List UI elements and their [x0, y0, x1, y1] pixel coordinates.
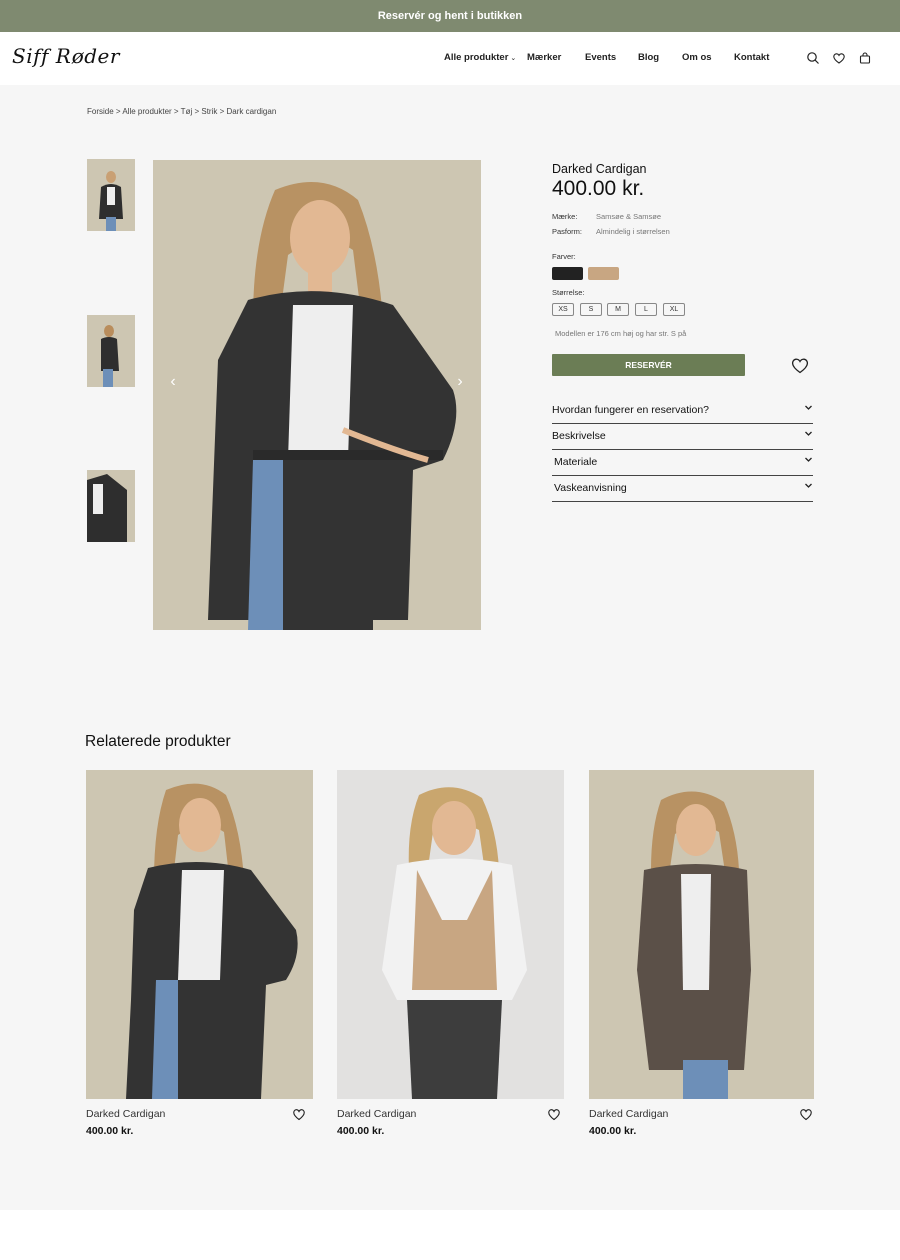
wishlist-heart-icon[interactable]	[832, 51, 846, 65]
color-swatch-black[interactable]	[552, 267, 583, 280]
fit-value: Almindelig i størrelsen	[596, 227, 670, 236]
accordion-title: Beskrivelse	[552, 430, 606, 442]
nav-about[interactable]: Om os	[682, 52, 712, 63]
nav-all-products[interactable]: Alle produkter ⌄	[444, 52, 516, 63]
brand-logo[interactable]: Siff Røder	[12, 44, 120, 68]
accordion-material[interactable]: Materiale	[552, 450, 813, 476]
accordion-title: Vaskeanvisning	[554, 482, 627, 494]
search-icon[interactable]	[806, 51, 820, 65]
chevron-down-icon	[805, 457, 812, 462]
accordion-reservation-info[interactable]: Hvordan fungerer en reservation?	[552, 398, 813, 424]
related-product-figure	[637, 791, 751, 1099]
product-price: 400.00 kr.	[552, 177, 645, 200]
product-thumbnail-2[interactable]	[87, 315, 135, 387]
chevron-down-icon	[805, 405, 812, 410]
announcement-bar: Reservér og hent i butikken	[0, 0, 900, 32]
related-product-figure	[382, 787, 527, 1099]
thumbnail-figure-image	[99, 171, 123, 231]
related-product-figure	[126, 783, 298, 1099]
color-swatch-beige[interactable]	[588, 267, 619, 280]
reserve-button[interactable]: RESERVÉR	[552, 354, 745, 376]
nav-contact[interactable]: Kontakt	[734, 52, 769, 63]
brand-value[interactable]: Samsøe & Samsøe	[596, 212, 661, 221]
related-product-price: 400.00 kr.	[86, 1125, 134, 1137]
product-title: Darked Cardigan	[552, 162, 647, 176]
related-product-name[interactable]: Darked Cardigan	[86, 1108, 165, 1120]
product-thumbnail-3[interactable]	[87, 470, 135, 542]
accordion-title: Materiale	[554, 456, 598, 468]
heart-icon[interactable]	[292, 1107, 306, 1121]
shopping-bag-icon[interactable]	[858, 51, 872, 65]
brand-label: Mærke:	[552, 212, 578, 221]
fit-label: Pasform:	[552, 227, 583, 236]
accordion-care-instructions[interactable]: Vaskeanvisning	[552, 476, 813, 502]
sizes-label: Størrelse:	[552, 288, 585, 297]
accordion-description[interactable]: Beskrivelse	[552, 424, 813, 450]
related-product-image[interactable]	[589, 770, 814, 1099]
nav-all-products-label: Alle produkter	[444, 52, 509, 63]
related-product-image[interactable]	[337, 770, 564, 1099]
related-product-price: 400.00 kr.	[337, 1125, 385, 1137]
related-products-title: Relaterede produkter	[85, 733, 231, 750]
carousel-prev-arrow-icon[interactable]: ‹	[165, 372, 181, 392]
nav-blog[interactable]: Blog	[638, 52, 659, 63]
size-option-m[interactable]: M	[607, 303, 629, 316]
site-header: Siff Røder Alle produkter ⌄ Mærker Events…	[0, 32, 900, 85]
chevron-down-icon: ⌄	[510, 55, 517, 62]
size-option-xs[interactable]: XS	[552, 303, 574, 316]
nav-events[interactable]: Events	[585, 52, 616, 63]
product-fit-row: Pasform: Almindelig i størrelsen	[552, 227, 670, 236]
chevron-down-icon	[805, 431, 812, 436]
carousel-next-arrow-icon[interactable]: ›	[452, 372, 468, 392]
related-product-name[interactable]: Darked Cardigan	[589, 1108, 668, 1120]
size-option-s[interactable]: S	[580, 303, 602, 316]
product-brand-row: Mærke: Samsøe & Samsøe	[552, 212, 661, 221]
breadcrumb[interactable]: Forside > Alle produkter > Tøj > Strik >…	[87, 107, 276, 116]
add-to-wishlist-heart-icon[interactable]	[790, 355, 810, 375]
size-option-xl[interactable]: XL	[663, 303, 685, 316]
main-product-image: ‹ ›	[153, 160, 481, 630]
related-product-name[interactable]: Darked Cardigan	[337, 1108, 416, 1120]
model-size-note: Modellen er 176 cm høj og har str. S på	[555, 329, 687, 338]
product-photo-figure	[208, 182, 457, 630]
chevron-down-icon	[805, 483, 812, 488]
heart-icon[interactable]	[547, 1107, 561, 1121]
footer-area	[0, 1210, 900, 1260]
colors-label: Farver:	[552, 252, 576, 261]
thumbnail-figure-image	[87, 474, 127, 542]
related-product-price: 400.00 kr.	[589, 1125, 637, 1137]
announcement-text: Reservér og hent i butikken	[377, 10, 523, 22]
heart-icon[interactable]	[799, 1107, 813, 1121]
accordion-title: Hvordan fungerer en reservation?	[552, 404, 710, 416]
size-option-l[interactable]: L	[635, 303, 657, 316]
related-product-image[interactable]	[86, 770, 313, 1099]
thumbnail-figure-image	[101, 325, 119, 387]
product-thumbnail-1[interactable]	[87, 159, 135, 231]
nav-brands[interactable]: Mærker	[527, 52, 561, 63]
